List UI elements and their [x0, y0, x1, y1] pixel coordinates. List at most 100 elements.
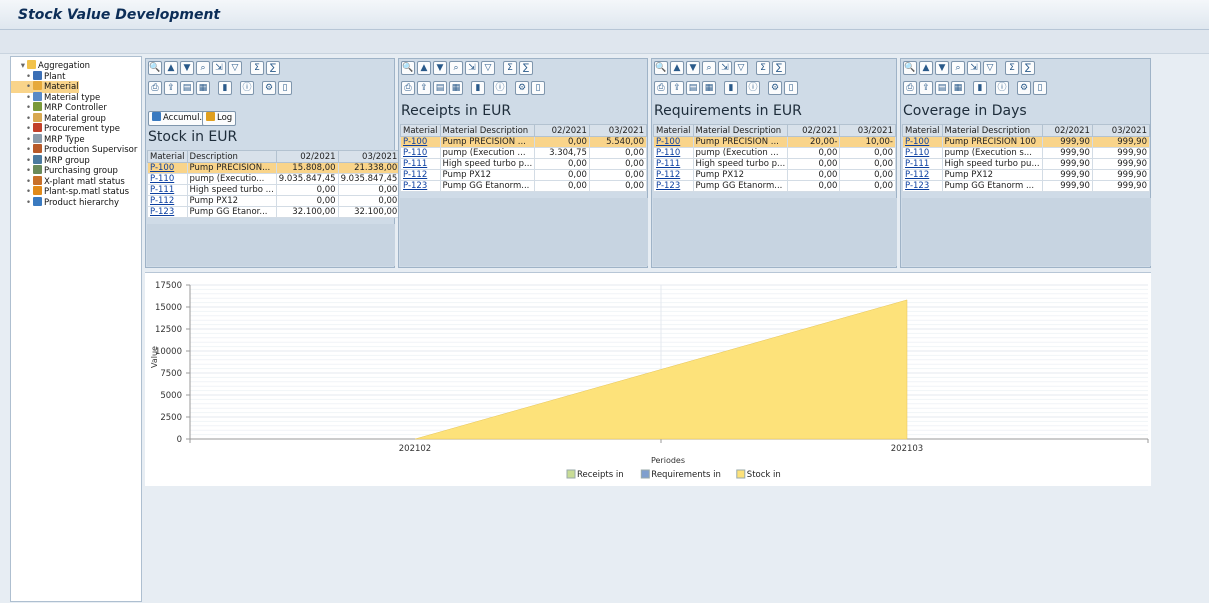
material-link[interactable]: P-112 [400, 169, 441, 181]
sort-ascending-icon[interactable]: ▲ [670, 61, 684, 75]
table-row[interactable]: P-112 Pump PX12 999,90 999,90 [902, 169, 1151, 181]
subtotal-icon[interactable]: ∑ [772, 61, 786, 75]
find-icon[interactable]: ⌕ [449, 61, 463, 75]
zoom-icon[interactable]: 🔍 [903, 61, 917, 75]
table-row[interactable]: P-123 Pump GG Etanorm... 0,00 0,00 [653, 180, 896, 192]
layout-icon[interactable]: ▦ [702, 81, 716, 95]
table-row[interactable]: P-110 pump (Execution ... 3.304,75 0,00 [400, 147, 648, 159]
material-link[interactable]: P-100 [902, 136, 943, 148]
table-row[interactable]: P-100 Pump PRECISION ... 20,00- 10,00- [653, 136, 896, 148]
print-icon[interactable]: ⎙ [401, 81, 415, 95]
print-icon[interactable]: ⎙ [148, 81, 162, 95]
log-button[interactable]: Log [202, 111, 237, 126]
column-header[interactable]: Material Description [692, 124, 789, 137]
find-next-icon[interactable]: ⇲ [465, 61, 479, 75]
more-icon[interactable]: ▯ [278, 81, 292, 95]
material-link[interactable]: P-110 [147, 173, 188, 185]
info-icon[interactable]: ⓘ [493, 81, 507, 95]
table-row[interactable]: P-111 High speed turbo pu... 999,90 999,90 [902, 158, 1151, 170]
graphic-icon[interactable]: ▮ [724, 81, 738, 95]
column-header[interactable]: 02/2021 [534, 124, 590, 137]
column-header[interactable]: 02/2021 [275, 150, 339, 163]
layout-icon[interactable]: ▦ [449, 81, 463, 95]
accumul--button[interactable]: Accumul. [148, 111, 207, 126]
table-row[interactable]: P-100 Pump PRECISION ... 0,00 5.540,00 [400, 136, 648, 148]
column-header[interactable]: 02/2021 [1041, 124, 1093, 137]
sort-descending-icon[interactable]: ▼ [935, 61, 949, 75]
material-link[interactable]: P-111 [400, 158, 441, 170]
table-row[interactable]: P-100 Pump PRECISION... 15.808,00 21.338,00 [147, 162, 401, 174]
material-link[interactable]: P-111 [902, 158, 943, 170]
material-link[interactable]: P-110 [902, 147, 943, 159]
print-icon[interactable]: ⎙ [903, 81, 917, 95]
export-icon[interactable]: ⇪ [164, 81, 178, 95]
layout-icon[interactable]: ▦ [951, 81, 965, 95]
subtotal-icon[interactable]: ∑ [266, 61, 280, 75]
subtotal-icon[interactable]: ∑ [519, 61, 533, 75]
material-link[interactable]: P-111 [147, 184, 188, 196]
find-icon[interactable]: ⌕ [951, 61, 965, 75]
table-row[interactable]: P-110 pump (Executio... 9.035.847,45 9.035.… [147, 173, 401, 185]
table-row[interactable]: P-123 Pump GG Etanor... 32.100,00 32.100,00 [147, 206, 401, 218]
more-icon[interactable]: ▯ [531, 81, 545, 95]
material-link[interactable]: P-100 [147, 162, 188, 174]
sum-icon[interactable]: Σ [250, 61, 264, 75]
graphic-icon[interactable]: ▮ [973, 81, 987, 95]
print-icon[interactable]: ⎙ [654, 81, 668, 95]
column-header[interactable]: Material [147, 150, 188, 163]
zoom-icon[interactable]: 🔍 [401, 61, 415, 75]
find-icon[interactable]: ⌕ [196, 61, 210, 75]
sum-icon[interactable]: Σ [503, 61, 517, 75]
views-icon[interactable]: ▤ [935, 81, 949, 95]
column-header[interactable]: 03/2021 [588, 124, 648, 137]
material-link[interactable]: P-123 [400, 180, 441, 192]
zoom-icon[interactable]: 🔍 [148, 61, 162, 75]
info-icon[interactable]: ⓘ [240, 81, 254, 95]
filter-icon[interactable]: ▽ [734, 61, 748, 75]
table-row[interactable]: P-110 pump (Execution ... 0,00 0,00 [653, 147, 896, 159]
sort-ascending-icon[interactable]: ▲ [164, 61, 178, 75]
sort-descending-icon[interactable]: ▼ [180, 61, 194, 75]
table-row[interactable]: P-112 Pump PX12 0,00 0,00 [653, 169, 896, 181]
views-icon[interactable]: ▤ [686, 81, 700, 95]
material-link[interactable]: P-100 [653, 136, 694, 148]
settings-icon[interactable]: ⚙ [768, 81, 782, 95]
column-header[interactable]: Material Description [439, 124, 536, 137]
column-header[interactable]: 03/2021 [839, 124, 896, 137]
column-header[interactable]: Material Description [941, 124, 1043, 137]
find-icon[interactable]: ⌕ [702, 61, 716, 75]
table-row[interactable]: P-111 High speed turbo ... 0,00 0,00 [147, 184, 401, 196]
table-row[interactable]: P-100 Pump PRECISION 100 999,90 999,90 [902, 136, 1151, 148]
table-row[interactable]: P-123 Pump GG Etanorm... 0,00 0,00 [400, 180, 648, 192]
graphic-icon[interactable]: ▮ [471, 81, 485, 95]
table-row[interactable]: P-111 High speed turbo p... 0,00 0,00 [400, 158, 648, 170]
material-link[interactable]: P-123 [147, 206, 188, 218]
column-header[interactable]: 02/2021 [787, 124, 841, 137]
material-link[interactable]: P-111 [653, 158, 694, 170]
material-link[interactable]: P-123 [653, 180, 694, 192]
column-header[interactable]: Material [902, 124, 943, 137]
column-header[interactable]: 03/2021 [1091, 124, 1151, 137]
material-link[interactable]: P-110 [653, 147, 694, 159]
table-row[interactable]: P-112 Pump PX12 0,00 0,00 [147, 195, 401, 207]
table-row[interactable]: P-112 Pump PX12 0,00 0,00 [400, 169, 648, 181]
sum-icon[interactable]: Σ [1005, 61, 1019, 75]
views-icon[interactable]: ▤ [433, 81, 447, 95]
find-next-icon[interactable]: ⇲ [967, 61, 981, 75]
filter-icon[interactable]: ▽ [228, 61, 242, 75]
export-icon[interactable]: ⇪ [919, 81, 933, 95]
column-header[interactable]: 03/2021 [337, 150, 401, 163]
material-link[interactable]: P-110 [400, 147, 441, 159]
sort-descending-icon[interactable]: ▼ [433, 61, 447, 75]
info-icon[interactable]: ⓘ [746, 81, 760, 95]
views-icon[interactable]: ▤ [180, 81, 194, 95]
layout-icon[interactable]: ▦ [196, 81, 210, 95]
zoom-icon[interactable]: 🔍 [654, 61, 668, 75]
material-link[interactable]: P-112 [653, 169, 694, 181]
settings-icon[interactable]: ⚙ [262, 81, 276, 95]
sort-descending-icon[interactable]: ▼ [686, 61, 700, 75]
table-row[interactable]: P-111 High speed turbo p... 0,00 0,00 [653, 158, 896, 170]
filter-icon[interactable]: ▽ [481, 61, 495, 75]
settings-icon[interactable]: ⚙ [1017, 81, 1031, 95]
find-next-icon[interactable]: ⇲ [212, 61, 226, 75]
